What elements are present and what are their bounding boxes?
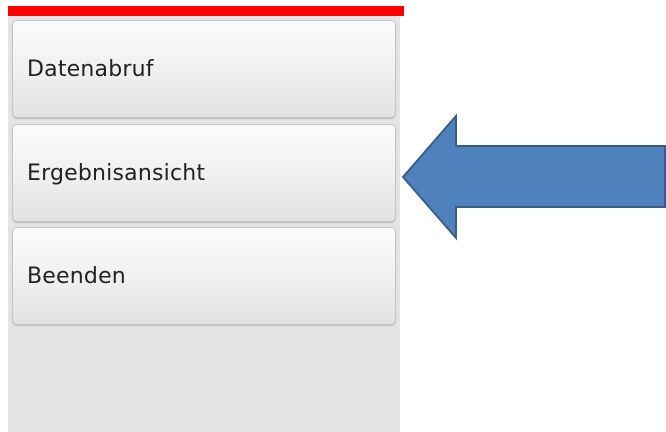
arrow-left-shape (401, 113, 666, 241)
arrow-left-icon (401, 113, 666, 241)
